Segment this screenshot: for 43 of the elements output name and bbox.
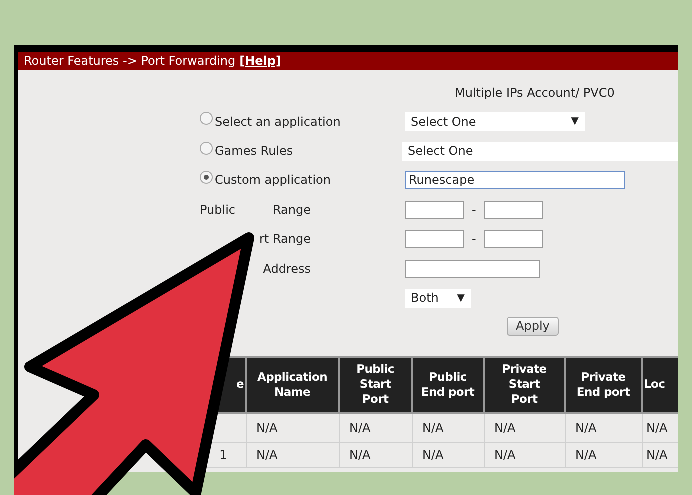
- select-field[interactable]: Select One: [402, 142, 678, 161]
- field-label: Range: [272, 202, 311, 217]
- dropdown-arrow-icon: ▼: [457, 292, 465, 304]
- text-input[interactable]: [484, 200, 544, 219]
- table-cell: N/A: [412, 442, 484, 468]
- select-field[interactable]: Both ▼: [405, 288, 471, 308]
- field-label: rt Range: [260, 232, 311, 246]
- table-cell: N/A: [246, 442, 339, 468]
- range-dash: -: [472, 202, 476, 217]
- column-header: Public Start Port: [339, 356, 412, 413]
- text-input[interactable]: [405, 230, 464, 248]
- radio-button[interactable]: [200, 112, 213, 126]
- text-input[interactable]: [405, 260, 540, 278]
- text-input[interactable]: [405, 200, 464, 219]
- header-title: Router Features -> Port Forwarding: [24, 54, 236, 68]
- option-label: Custom application: [215, 173, 331, 188]
- dropdown-arrow-icon: ▼: [571, 116, 579, 128]
- select-field[interactable]: Select One ▼: [405, 112, 585, 132]
- option-label: Select an application: [215, 114, 341, 129]
- table-cell: N/A: [484, 442, 565, 468]
- column-header: Private End port: [565, 356, 642, 413]
- table-cell: N/A: [339, 442, 412, 468]
- help-link[interactable]: [Help]: [240, 54, 282, 68]
- radio-button[interactable]: [200, 170, 213, 184]
- column-header: Private Start Port: [484, 356, 565, 413]
- range-dash: -: [472, 232, 476, 246]
- option-label: Games Rules: [215, 144, 294, 158]
- field-label: Public: [200, 202, 236, 217]
- radio-button[interactable]: [200, 142, 213, 155]
- text-input[interactable]: [484, 230, 544, 248]
- column-header: Loc: [642, 356, 678, 413]
- table-cell: N/A: [339, 412, 412, 442]
- apply-button[interactable]: Apply: [507, 316, 559, 336]
- column-header: Public End port: [412, 356, 484, 413]
- table-cell: N/A: [565, 442, 642, 468]
- table-cell: N/A: [565, 412, 642, 442]
- table-cell: N/A: [484, 412, 565, 442]
- account-label: Multiple IPs Account/ PVC0: [455, 86, 615, 100]
- field-label: Address: [263, 262, 311, 276]
- column-header: Application Name: [246, 356, 339, 413]
- text-input[interactable]: Runescape: [405, 171, 625, 190]
- table-cell: N/A: [412, 412, 484, 442]
- table-cell: N/A: [246, 412, 339, 442]
